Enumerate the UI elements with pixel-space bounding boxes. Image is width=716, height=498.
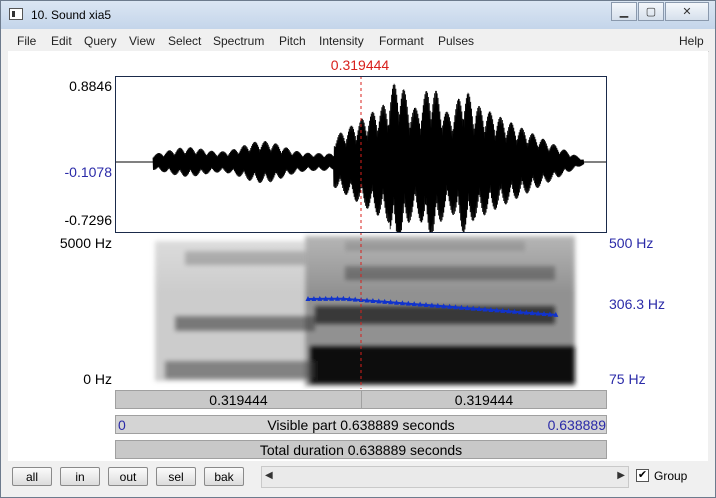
visible-part-label: Visible part 0.638889 seconds: [267, 417, 455, 433]
title-bar[interactable]: 10. Sound xia5 ▁ ▢ ✕: [1, 1, 715, 29]
menu-query[interactable]: Query: [84, 34, 117, 48]
visible-end: 0.638889: [547, 417, 606, 433]
bottom-toolbar: all in out sel bak ◀ ▶ ✔ Group: [8, 462, 708, 490]
visible-start: 0: [118, 417, 126, 433]
all-button[interactable]: all: [12, 467, 52, 486]
right-part-duration[interactable]: 0.319444: [362, 391, 606, 408]
menu-view[interactable]: View: [129, 34, 155, 48]
spectrogram-bottom-label: 0 Hz: [83, 371, 112, 387]
app-icon: [9, 8, 23, 20]
pitch-bottom-label: 75 Hz: [609, 371, 646, 387]
maximize-icon: ▢: [645, 6, 657, 18]
waveform-max-label: 0.8846: [69, 78, 112, 94]
checkmark-icon: ✔: [637, 469, 648, 481]
menu-pitch[interactable]: Pitch: [279, 34, 306, 48]
total-duration-label: Total duration 0.638889 seconds: [259, 442, 463, 458]
window-title: 10. Sound xia5: [31, 8, 112, 22]
waveform-min-label: -0.7296: [64, 212, 112, 228]
group-checkbox[interactable]: ✔: [636, 469, 649, 482]
waveform-frame: [115, 76, 607, 233]
bak-button[interactable]: bak: [204, 467, 244, 486]
waveform-mid-label: -0.1078: [64, 164, 112, 180]
spectrogram-top-label: 5000 Hz: [59, 235, 112, 251]
menu-help[interactable]: Help: [679, 34, 704, 48]
out-button[interactable]: out: [108, 467, 148, 486]
menu-file[interactable]: File: [17, 34, 36, 48]
cursor-time-label: 0.319444: [330, 57, 390, 73]
in-button[interactable]: in: [60, 467, 100, 486]
close-icon: ✕: [682, 6, 692, 18]
group-label: Group: [654, 469, 688, 483]
menu-edit[interactable]: Edit: [51, 34, 72, 48]
pitch-current-label: 306.3 Hz: [609, 296, 666, 312]
left-part-duration[interactable]: 0.319444: [116, 391, 362, 408]
menu-bar: File Edit Query View Select Spectrum Pit…: [9, 31, 709, 52]
menu-spectrum[interactable]: Spectrum: [213, 34, 264, 48]
maximize-button[interactable]: ▢: [638, 2, 664, 21]
menu-intensity[interactable]: Intensity: [319, 34, 364, 48]
sel-button[interactable]: sel: [156, 467, 196, 486]
pitch-top-label: 500 Hz: [609, 235, 654, 251]
selection-bar[interactable]: 0.319444 0.319444: [115, 390, 607, 409]
close-button[interactable]: ✕: [665, 2, 709, 21]
scroll-right-icon[interactable]: ▶: [617, 470, 625, 481]
visible-part-bar[interactable]: 0 Visible part 0.638889 seconds 0.638889: [115, 415, 607, 434]
total-duration-bar[interactable]: Total duration 0.638889 seconds: [115, 440, 607, 459]
menu-pulses[interactable]: Pulses: [438, 34, 474, 48]
minimize-icon: ▁: [619, 6, 629, 18]
menu-formant[interactable]: Formant: [379, 34, 424, 48]
scroll-left-icon[interactable]: ◀: [265, 470, 273, 481]
menu-select[interactable]: Select: [168, 34, 201, 48]
horizontal-scrollbar[interactable]: ◀ ▶: [261, 466, 629, 488]
minimize-button[interactable]: ▁: [611, 2, 637, 21]
